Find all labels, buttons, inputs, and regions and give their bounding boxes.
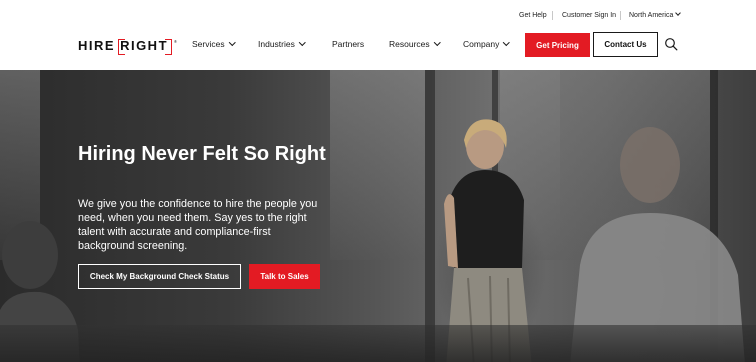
region-label: North America — [629, 12, 674, 19]
hero-description: We give you the confidence to hire the p… — [78, 198, 318, 252]
nav-partners[interactable]: Partners — [332, 39, 364, 49]
chevron-down-icon — [433, 39, 441, 46]
nav-resources[interactable]: Resources — [389, 39, 441, 49]
utility-divider — [620, 11, 621, 20]
nav-industries[interactable]: Industries — [258, 39, 306, 49]
chevron-down-icon — [675, 10, 682, 16]
hireright-logo[interactable]: HIRE RIGHT ® — [78, 38, 177, 55]
background-pillar — [425, 70, 435, 362]
nav-company[interactable]: Company — [463, 39, 510, 49]
main-header: HIRE RIGHT ® Services Industries Partner… — [0, 28, 756, 70]
nav-partners-label: Partners — [332, 39, 365, 49]
talk-to-sales-button[interactable]: Talk to Sales — [249, 264, 320, 289]
search-icon — [665, 38, 678, 51]
chevron-down-icon — [503, 39, 510, 46]
logo-trademark: ® — [174, 39, 177, 44]
utility-bar: Get Help Customer Sign In North America — [0, 0, 756, 28]
utility-divider — [552, 11, 553, 20]
contact-us-button[interactable]: Contact Us — [593, 32, 658, 57]
background-table — [0, 325, 756, 362]
nav-industries-label: Industries — [258, 39, 295, 49]
logo-text-hire: HIRE — [78, 38, 116, 53]
get-help-link[interactable]: Get Help — [519, 12, 547, 19]
nav-company-label: Company — [463, 39, 500, 49]
hero-title: Hiring Never Felt So Right — [78, 143, 326, 165]
background-window — [330, 70, 425, 260]
get-pricing-button[interactable]: Get Pricing — [525, 33, 590, 57]
search-button[interactable] — [664, 37, 678, 51]
customer-sign-in-link[interactable]: Customer Sign In — [562, 12, 616, 19]
chevron-down-icon — [228, 39, 236, 46]
chevron-down-icon — [298, 39, 306, 46]
check-background-status-button[interactable]: Check My Background Check Status — [78, 264, 241, 289]
hero-section: Hiring Never Felt So Right We give you t… — [0, 70, 756, 362]
nav-resources-label: Resources — [389, 39, 430, 49]
region-selector[interactable]: North America — [629, 10, 682, 19]
nav-services-label: Services — [192, 39, 225, 49]
logo-text-right: RIGHT — [118, 38, 172, 55]
nav-services[interactable]: Services — [192, 39, 236, 49]
